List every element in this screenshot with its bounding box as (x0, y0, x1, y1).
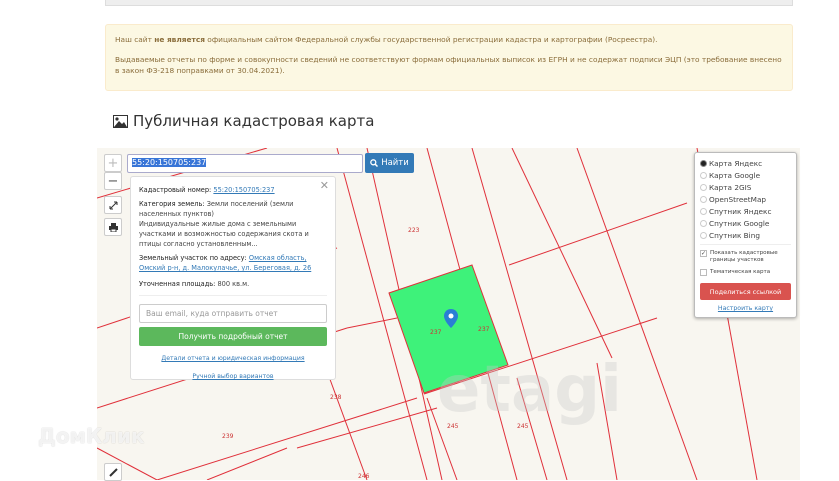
parcel-label: 245 (447, 423, 459, 430)
layer-label: Спутник Google (709, 218, 770, 228)
disclaimer-notice: Наш сайт не является официальным сайтом … (105, 24, 793, 91)
parcel-info-popup: ✕ Кадастровый номер: 55:20:150705:237 Ка… (130, 176, 336, 380)
layer-label: Спутник Bing (709, 230, 760, 240)
configure-map-link[interactable]: Настроить карту (700, 305, 791, 312)
layer-option[interactable]: Карта Яндекс (700, 157, 791, 169)
layer-option[interactable]: Спутник Яндекс (700, 205, 791, 217)
get-report-button[interactable]: Получить подробный отчет (139, 327, 327, 346)
page-title-text: Публичная кадастровая карта (133, 112, 375, 130)
radio[interactable] (700, 219, 707, 227)
parcel-label: 237 (478, 326, 490, 333)
layer-label: Карта 2GIS (709, 182, 752, 192)
thematic-map-checkbox[interactable]: Тематическая карта (700, 269, 791, 276)
domclick-watermark: ДомКлик (38, 424, 145, 448)
zoom-in-button[interactable]: + (104, 154, 122, 172)
close-icon[interactable]: ✕ (320, 180, 329, 191)
top-panel (105, 0, 793, 6)
print-button[interactable] (104, 218, 122, 236)
cadastral-number-link[interactable]: 55:20:150705:237 (213, 186, 274, 194)
layer-label: Карта Яндекс (709, 158, 763, 168)
area-value: 800 кв.м. (217, 280, 250, 288)
parcel-label: 246 (358, 473, 370, 480)
layer-label: OpenStreetMap (709, 194, 767, 204)
address-label: Земельный участок по адресу: (139, 254, 247, 262)
parcel-label: 245 (517, 423, 529, 430)
expand-icon (109, 201, 117, 209)
layer-label: Карта Google (709, 170, 761, 180)
cadastral-search-input[interactable]: 55:20:150705:237 (127, 154, 363, 173)
ruler-button[interactable] (104, 463, 122, 481)
parcel-label: 223 (408, 227, 420, 234)
report-details-link[interactable]: Детали отчета и юридическая информация (161, 355, 304, 362)
notice-text: официальным сайтом Федеральной службы го… (204, 35, 658, 44)
email-input[interactable]: Ваш email, куда отправить отчет (139, 304, 327, 323)
radio[interactable] (700, 231, 707, 239)
radio[interactable] (700, 195, 707, 203)
parcel-label: 238 (330, 394, 342, 401)
ruler-icon (108, 467, 118, 477)
notice-text: Наш сайт (115, 35, 155, 44)
search-icon (370, 159, 379, 167)
show-borders-checkbox[interactable]: ✓ Показать кадастровые границы участков (700, 250, 791, 264)
find-button-label: Найти (381, 158, 409, 168)
area-label: Уточненная площадь: (139, 280, 216, 288)
find-button[interactable]: Найти (365, 153, 414, 173)
checkbox-label: Тематическая карта (710, 269, 771, 275)
layer-option[interactable]: Карта 2GIS (700, 181, 791, 193)
share-link-button[interactable]: Поделиться ссылкой (700, 283, 791, 300)
etagi-watermark: etagi (437, 353, 622, 427)
radio[interactable] (700, 183, 707, 191)
layer-option[interactable]: Спутник Bing (700, 229, 791, 241)
layer-label: Спутник Яндекс (709, 206, 772, 216)
checkbox-label: Показать кадастровые границы участков (710, 250, 778, 263)
zoom-out-button[interactable]: − (104, 172, 122, 190)
category-label: Категория земель: (139, 200, 205, 208)
layer-option[interactable]: Спутник Google (700, 217, 791, 229)
layer-option[interactable]: OpenStreetMap (700, 193, 791, 205)
checkbox[interactable] (700, 269, 707, 276)
image-icon (113, 114, 128, 128)
cadastral-number-label: Кадастровый номер: (139, 186, 212, 194)
radio[interactable] (700, 171, 707, 179)
search-value: 55:20:150705:237 (132, 158, 207, 167)
fullscreen-button[interactable] (104, 196, 122, 214)
layer-option[interactable]: Карта Google (700, 169, 791, 181)
parcel-label: 239 (222, 433, 234, 440)
notice-bold: не является (154, 35, 205, 44)
checkmark-icon[interactable]: ✓ (700, 250, 707, 257)
map-layers-panel: Карта Яндекс Карта Google Карта 2GIS Ope… (694, 152, 797, 318)
radio[interactable] (700, 207, 707, 215)
radio[interactable] (700, 159, 707, 167)
permitted-use: Индивидуальные жилые дома с земельными у… (139, 220, 309, 248)
print-icon (108, 222, 118, 232)
page-title: Публичная кадастровая карта (113, 112, 374, 130)
notice-text-2: Выдаваемые отчеты по форме и совокупност… (115, 55, 782, 75)
parcel-label: 237 (430, 329, 442, 336)
manual-select-link[interactable]: Ручной выбор вариантов (192, 373, 273, 380)
